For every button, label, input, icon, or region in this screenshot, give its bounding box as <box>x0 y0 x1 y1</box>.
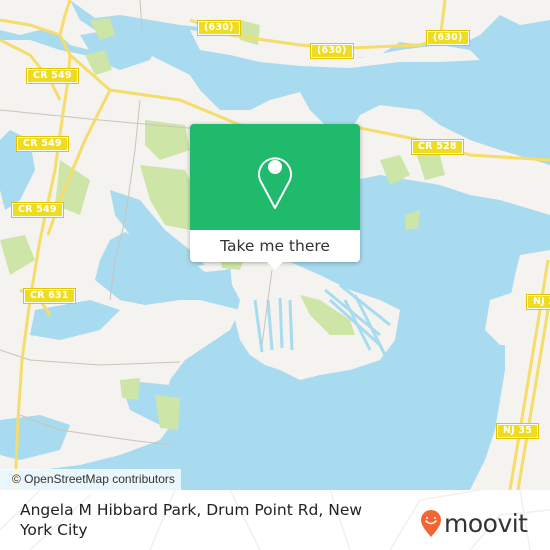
park <box>120 378 140 400</box>
road-shield-cr549: CR 549 <box>11 202 64 218</box>
road-shield-630: (630) <box>310 43 354 59</box>
moovit-logo[interactable]: moovit <box>420 506 528 542</box>
road-shield-cr528: CR 528 <box>411 139 464 155</box>
park <box>405 210 420 230</box>
road-shield-630: (630) <box>426 30 470 46</box>
take-me-there-button[interactable]: Take me there <box>190 230 360 262</box>
moovit-smile-pin-icon <box>421 510 441 537</box>
road-shield-cr549: CR 549 <box>26 68 79 84</box>
moovit-wordmark: moovit <box>444 509 528 538</box>
road-shield-nj35: NJ 35 <box>525 294 550 310</box>
road-shield-cr631: CR 631 <box>23 288 76 304</box>
place-title: Angela M Hibbard Park, Drum Point Rd, Ne… <box>20 501 363 539</box>
land-marina-east <box>485 290 520 345</box>
map-pin-icon <box>258 157 292 209</box>
road-shield-cr549: CR 549 <box>16 136 69 152</box>
popup-pointer <box>267 262 283 270</box>
road-shield-nj35: NJ 35 <box>495 423 540 439</box>
map[interactable]: CR 549 CR 549 CR 549 CR 631 (630) (630) … <box>0 0 550 490</box>
location-popup[interactable]: Take me there <box>190 124 360 270</box>
popup-header <box>190 124 360 230</box>
map-attribution[interactable]: © OpenStreetMap contributors <box>0 469 181 490</box>
road-shield-630: (630) <box>197 20 241 36</box>
